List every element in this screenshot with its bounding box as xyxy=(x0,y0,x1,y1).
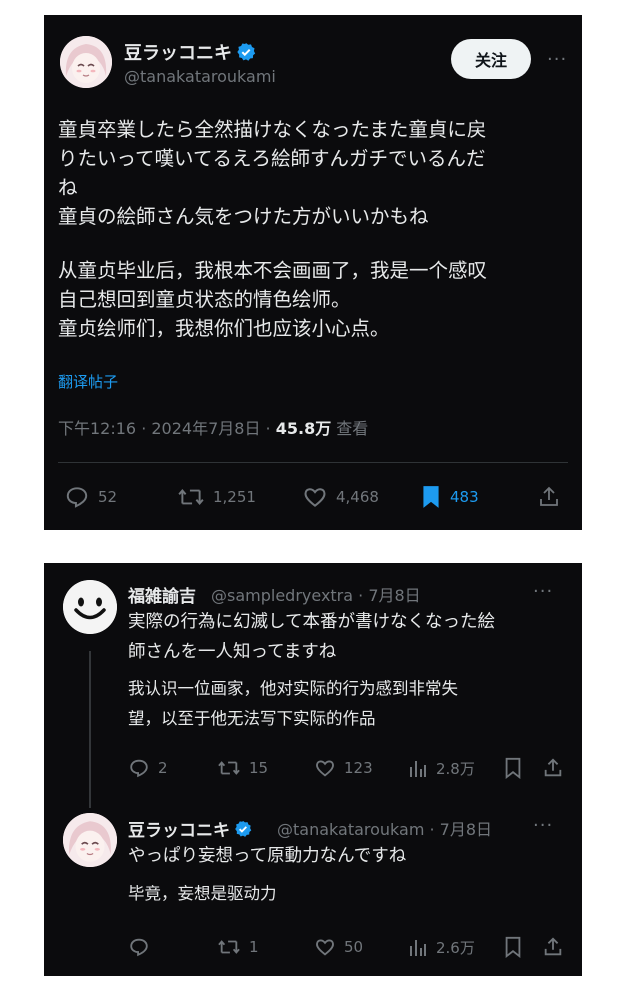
reply-text-jp: 実際の行為に幻滅して本番が書けなくなった絵 師さんを一人知ってますね xyxy=(128,612,495,662)
like-button[interactable]: 123 xyxy=(314,757,373,779)
translate-post-link[interactable]: 翻译帖子 xyxy=(58,371,118,392)
retweet-button[interactable]: 1 xyxy=(217,936,259,958)
retweet-icon xyxy=(218,761,240,775)
divider xyxy=(58,462,568,463)
reply-button[interactable]: 52 xyxy=(64,484,117,510)
views-button[interactable]: 2.8万 xyxy=(408,757,475,779)
follow-button[interactable]: 关注 xyxy=(451,39,531,79)
more-options-icon[interactable]: ··· xyxy=(533,581,553,602)
reply-text-jp: やっぱり妄想って原動力なんですね xyxy=(128,846,407,866)
reply-button[interactable] xyxy=(128,936,150,958)
views-button[interactable]: 2.6万 xyxy=(408,936,475,958)
bookmark-button[interactable] xyxy=(503,936,523,958)
replies-card: 福雑諭吉 @sampledryextra · 7月8日 ··· 実際の行為に幻滅… xyxy=(44,563,582,976)
like-button[interactable]: 50 xyxy=(314,936,363,958)
author-name[interactable]: 豆ラッコニキ xyxy=(128,816,252,843)
avatar[interactable] xyxy=(63,580,117,634)
tweet-timestamp[interactable]: 下午12:16 · 2024年7月8日 · 45.8万 查看 xyxy=(58,415,368,439)
share-button[interactable] xyxy=(542,757,564,779)
anime-avatar-icon xyxy=(63,813,117,867)
bookmark-icon xyxy=(505,757,521,779)
retweet-icon xyxy=(218,940,240,954)
share-icon xyxy=(544,758,562,777)
bookmark-icon xyxy=(505,936,521,958)
author-name[interactable]: 豆ラッコニキ xyxy=(124,39,256,67)
heart-icon xyxy=(316,939,334,956)
like-button[interactable]: 4,468 xyxy=(302,484,379,510)
heart-icon xyxy=(316,760,334,777)
share-icon xyxy=(540,486,558,506)
anime-avatar-icon xyxy=(60,36,112,88)
bookmark-filled-icon xyxy=(423,486,439,508)
avatar[interactable] xyxy=(60,36,112,88)
retweet-button[interactable]: 1,251 xyxy=(177,484,256,510)
more-options-icon[interactable]: ··· xyxy=(547,49,567,70)
more-options-icon[interactable]: ··· xyxy=(533,815,553,836)
handle-date[interactable]: @tanakataroukam · 7月8日 xyxy=(277,816,492,840)
retweet-icon xyxy=(178,489,204,505)
smiley-avatar-icon xyxy=(63,580,117,634)
analytics-icon xyxy=(410,940,426,956)
bookmark-button[interactable] xyxy=(503,757,523,779)
share-button[interactable] xyxy=(542,936,564,958)
reply-text-cn: 我认识一位画家，他对实际的行为感到非常失 望，以至于他无法写下实际的作品 xyxy=(128,679,458,728)
thread-connector xyxy=(89,651,91,808)
author-name[interactable]: 福雑諭吉 xyxy=(128,582,196,607)
reply-icon xyxy=(130,938,148,957)
share-button[interactable] xyxy=(537,484,561,510)
reply-icon xyxy=(66,487,88,508)
author-handle[interactable]: @tanakataroukami xyxy=(124,67,276,86)
verified-badge-icon xyxy=(234,820,252,843)
reply-text-cn: 毕竟，妄想是驱动力 xyxy=(128,884,277,903)
reply-icon xyxy=(130,759,148,778)
avatar[interactable] xyxy=(63,813,117,867)
reply-button[interactable]: 2 xyxy=(128,757,168,779)
analytics-icon xyxy=(410,761,426,777)
main-tweet-card: 豆ラッコニキ @tanakataroukami 关注 ··· 童貞卒業したら全然… xyxy=(44,15,582,530)
share-icon xyxy=(544,937,562,956)
bookmark-button[interactable]: 483 xyxy=(420,484,479,510)
retweet-button[interactable]: 15 xyxy=(217,757,268,779)
verified-badge-icon xyxy=(236,42,256,67)
tweet-text-cn: 从童贞毕业后，我根本不会画画了，我是一个感叹 自己想回到童贞状态的情色绘师。 童… xyxy=(58,259,488,340)
tweet-text-jp: 童貞卒業したら全然描けなくなったまた童貞に戻 りたいって嘆いてるえろ絵師すんガチ… xyxy=(58,118,487,228)
handle-date[interactable]: @sampledryextra · 7月8日 xyxy=(211,582,421,606)
heart-icon xyxy=(304,488,326,507)
